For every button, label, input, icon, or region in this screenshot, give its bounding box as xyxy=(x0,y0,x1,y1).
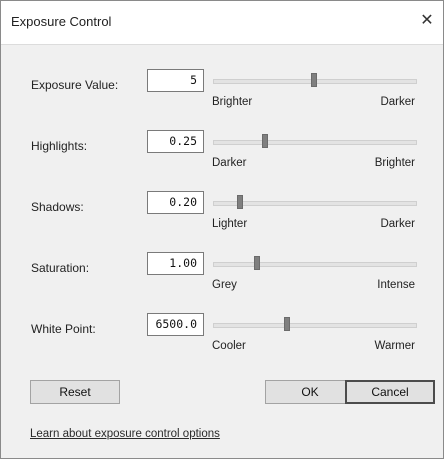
exposure-value-max-caption: Darker xyxy=(380,96,415,108)
exposure-value-slider-thumb[interactable] xyxy=(311,73,317,87)
shadows-min-caption: Lighter xyxy=(212,218,248,230)
white-point-row: White Point: 6500.0 Cooler Warmer xyxy=(1,313,443,363)
saturation-max-caption: Intense xyxy=(377,279,415,291)
highlights-slider-thumb[interactable] xyxy=(262,134,268,148)
help-link[interactable]: Learn about exposure control options xyxy=(30,428,220,440)
highlights-slider-track[interactable] xyxy=(213,140,417,145)
highlights-row: Highlights: 0.25 Darker Brighter xyxy=(1,130,443,180)
shadows-input[interactable]: 0.20 xyxy=(147,191,204,214)
highlights-max-caption: Brighter xyxy=(374,157,415,169)
shadows-slider-track[interactable] xyxy=(213,201,417,206)
white-point-slider-thumb[interactable] xyxy=(283,317,290,331)
shadows-slider-thumb[interactable] xyxy=(236,195,243,209)
reset-button[interactable]: Reset xyxy=(30,380,120,404)
saturation-label: Saturation: xyxy=(31,261,90,275)
white-point-input[interactable]: 6500.0 xyxy=(147,313,204,336)
exposure-value-input[interactable]: 5 xyxy=(147,69,204,92)
white-point-max-caption: Warmer xyxy=(374,340,415,352)
dialog-title: Exposure Control xyxy=(11,14,112,29)
ok-button[interactable]: OK xyxy=(265,380,355,404)
highlights-min-caption: Darker xyxy=(212,157,247,169)
exposure-control-dialog: Exposure Control ✕ Exposure Value: 5 Bri… xyxy=(0,0,444,459)
highlights-input[interactable]: 0.25 xyxy=(147,130,204,153)
shadows-row: Shadows: 0.20 Lighter Darker xyxy=(1,191,443,241)
saturation-min-caption: Grey xyxy=(212,279,237,291)
saturation-input[interactable]: 1.00 xyxy=(147,252,204,275)
highlights-label: Highlights: xyxy=(31,139,88,153)
white-point-min-caption: Cooler xyxy=(212,340,246,352)
close-icon[interactable]: ✕ xyxy=(417,11,437,31)
exposure-value-min-caption: Brighter xyxy=(212,96,253,108)
white-point-label: White Point: xyxy=(31,322,96,336)
exposure-value-label: Exposure Value: xyxy=(31,78,119,92)
saturation-slider-thumb[interactable] xyxy=(254,256,261,270)
saturation-row: Saturation: 1.00 Grey Intense xyxy=(1,252,443,302)
white-point-slider-track[interactable] xyxy=(213,323,417,328)
shadows-label: Shadows: xyxy=(31,200,84,214)
exposure-value-row: Exposure Value: 5 Brighter Darker xyxy=(1,69,443,119)
cancel-button[interactable]: Cancel xyxy=(345,380,435,404)
saturation-slider-track[interactable] xyxy=(213,262,417,267)
title-bar: Exposure Control ✕ xyxy=(1,1,443,45)
shadows-max-caption: Darker xyxy=(380,218,415,230)
